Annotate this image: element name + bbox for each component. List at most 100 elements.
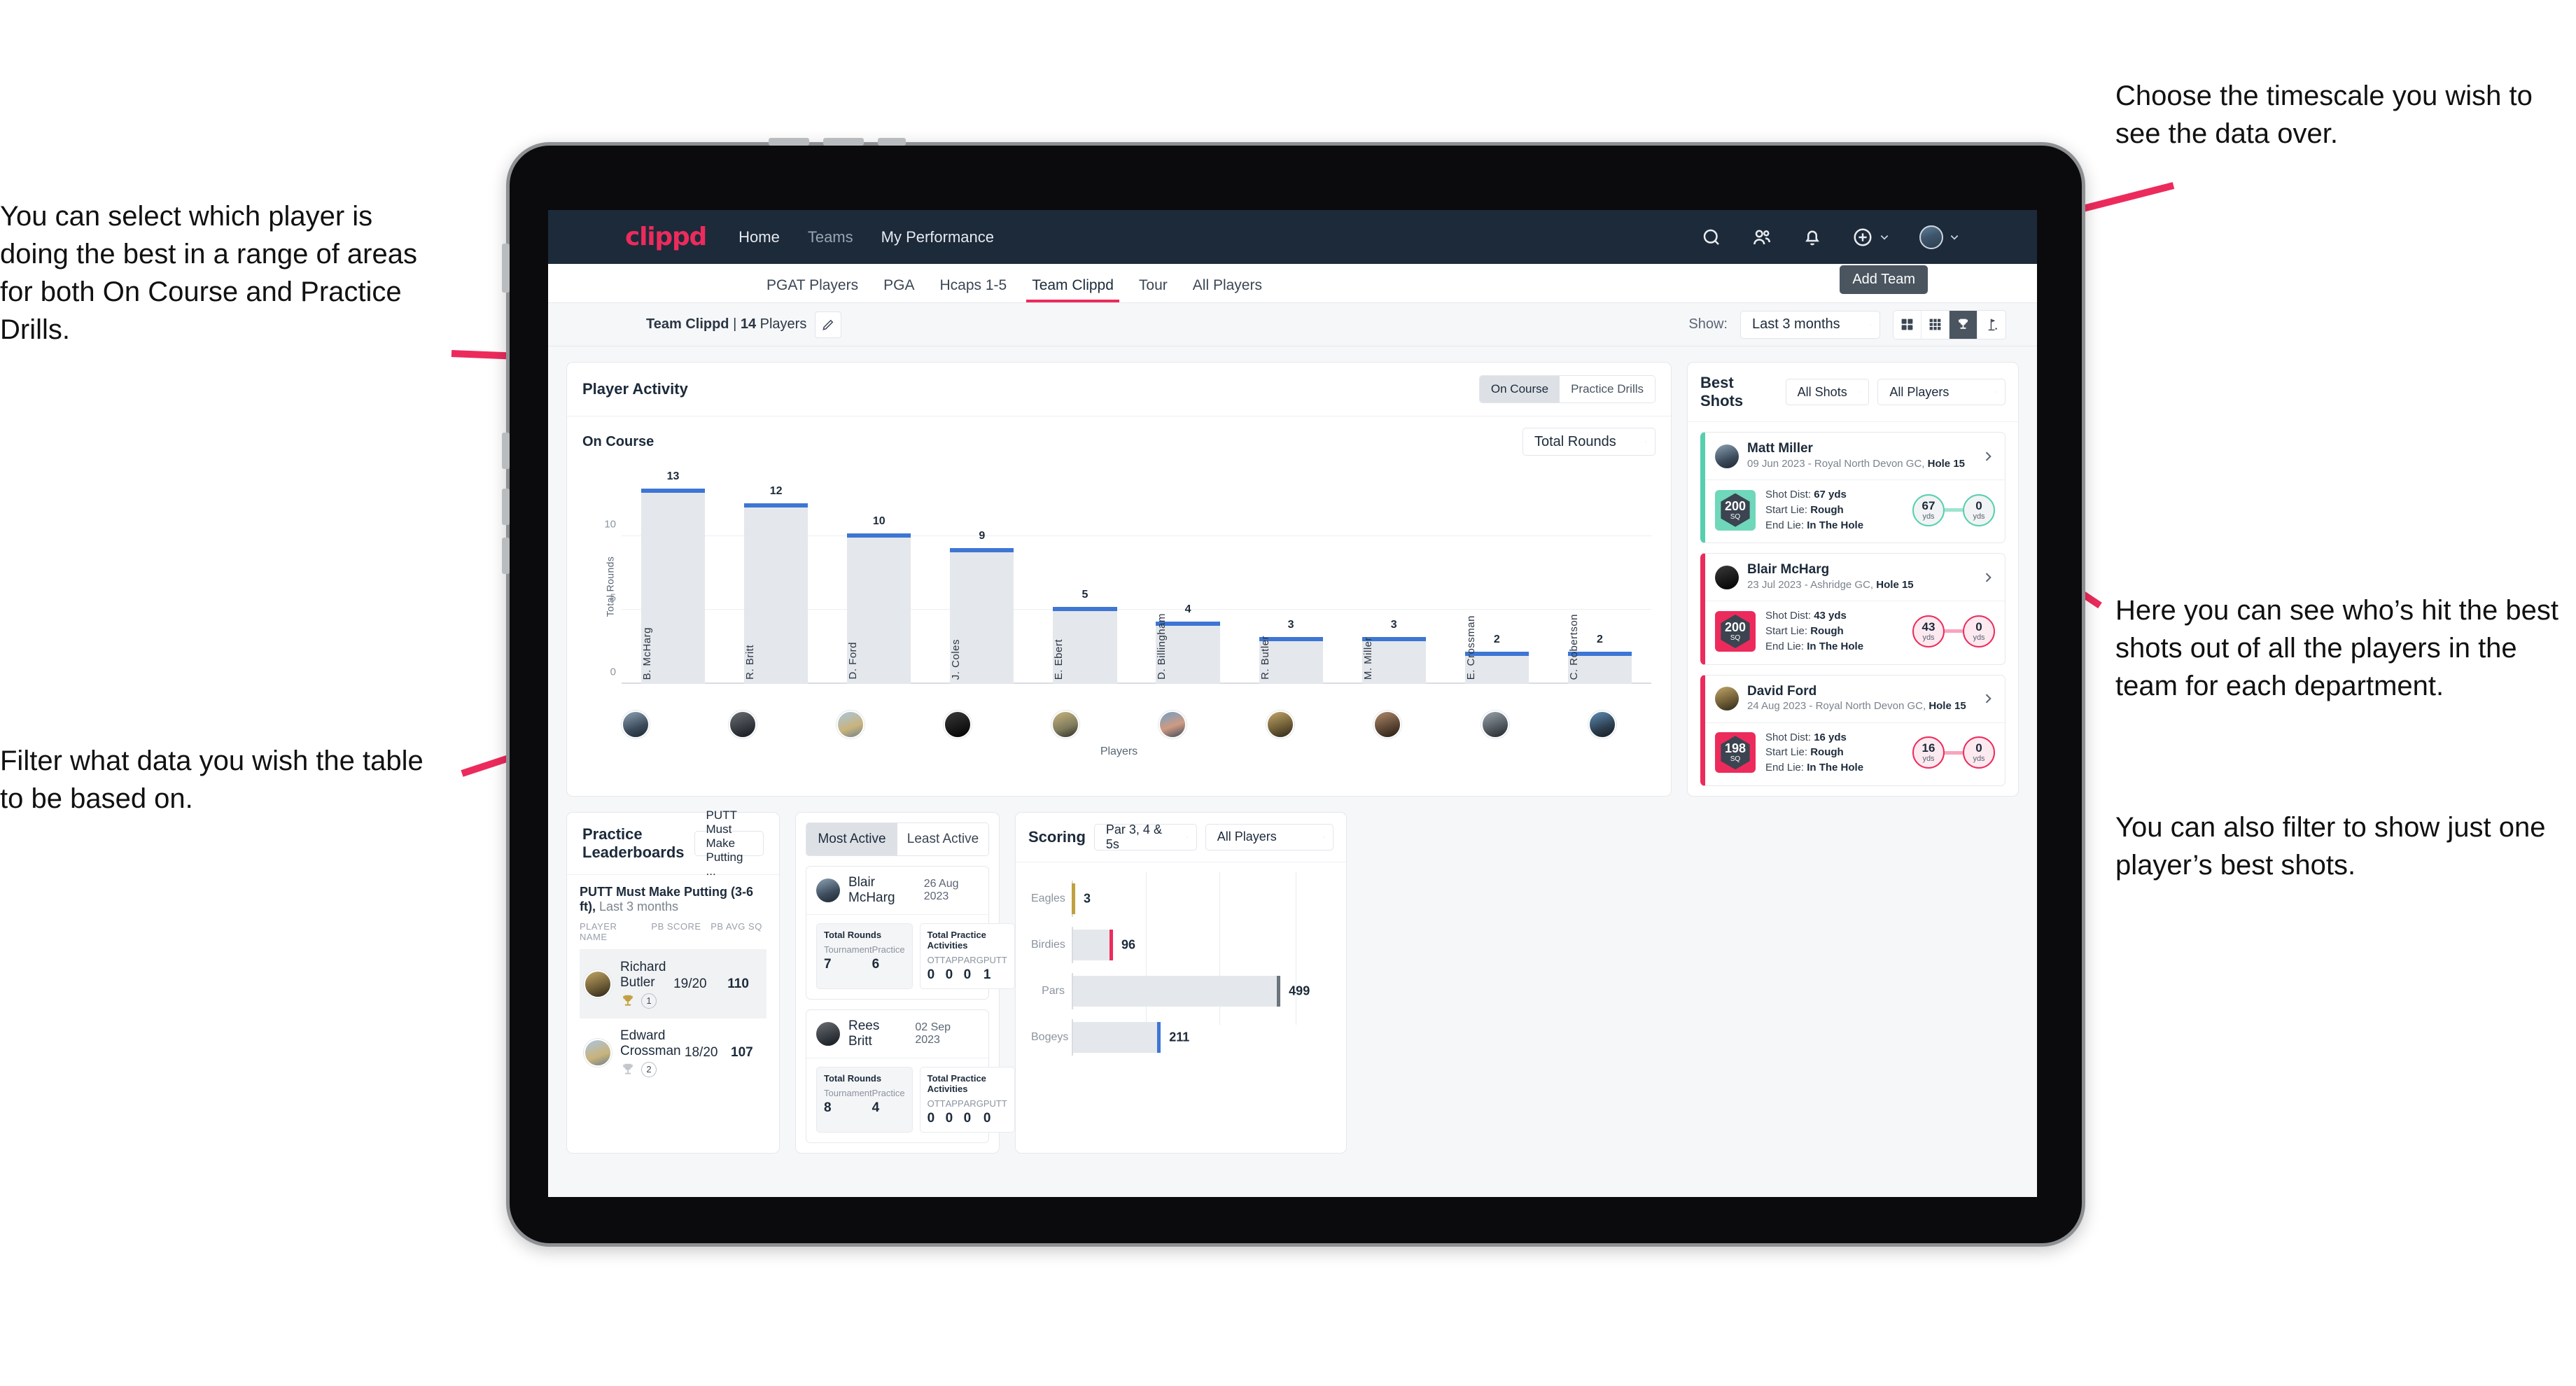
player-avatar[interactable]	[729, 710, 757, 738]
best-shots-shot-filter[interactable]: All Shots	[1785, 379, 1870, 405]
practice-value: 0	[983, 1110, 991, 1126]
scoring-row[interactable]: Bogeys 211	[1031, 1018, 1331, 1056]
chart-bar-slot[interactable]: 10 D. Ford	[827, 477, 930, 684]
nav-link-teams[interactable]: Teams	[808, 228, 853, 246]
view-golf-flag-button[interactable]	[1977, 311, 2005, 339]
rounds-key: Practice	[872, 944, 905, 955]
plus-circle-icon[interactable]	[1852, 227, 1873, 248]
player-avatar[interactable]	[944, 710, 972, 738]
activity-player-card[interactable]: Blair McHarg 26 Aug 2023 Total Rounds Tourn…	[806, 865, 1015, 1000]
scoring-player-filter[interactable]: All Players	[1205, 823, 1334, 850]
nav-link-home[interactable]: Home	[738, 228, 780, 246]
chart-bar-slot[interactable]: 3 R. Butler	[1240, 477, 1343, 684]
chart-bar[interactable]: B. McHarg	[640, 489, 706, 684]
avatar[interactable]	[1919, 225, 1943, 249]
best-shot-meta: 23 Jul 2023 - Ashridge GC, Hole 15	[1747, 579, 1914, 592]
tab-most-active[interactable]: Most Active	[806, 822, 897, 855]
tab-pgat-players[interactable]: PGAT Players	[754, 277, 871, 302]
rounds-column: Practice 6	[872, 944, 905, 972]
chart-bar-slot[interactable]: 5 E. Ebert	[1033, 477, 1136, 684]
scoring-row[interactable]: Eagles 3	[1031, 880, 1331, 917]
player-avatar[interactable]	[1051, 710, 1079, 738]
segment-practice-drills[interactable]: Practice Drills	[1560, 376, 1655, 402]
chart-bar-label: R. Britt	[744, 645, 757, 680]
shot-quality-value: 200	[1724, 620, 1746, 634]
best-shot-card[interactable]: Matt Miller 09 Jun 2023 - Royal North Dev…	[1700, 432, 2005, 544]
chart-bar-slot[interactable]: 12 R. Britt	[724, 477, 827, 684]
chart-bar[interactable]: R. Butler	[1259, 636, 1323, 684]
dumbbell-connector	[1945, 629, 1963, 634]
chart-bar[interactable]: D. Billingham	[1156, 613, 1220, 684]
timescale-select[interactable]: Last 3 months	[1740, 310, 1880, 339]
scoring-category-label: Bogeys	[1031, 1030, 1069, 1043]
nav-link-my-performance[interactable]: My Performance	[881, 228, 994, 246]
tab-pga[interactable]: PGA	[871, 277, 927, 302]
chart-bar[interactable]: E. Ebert	[1053, 607, 1117, 684]
clippd-logo[interactable]: clippd	[625, 223, 707, 251]
chevron-down-icon	[1995, 391, 1996, 393]
chart-bar-slot[interactable]: 2 E. Crossman	[1446, 477, 1548, 684]
best-shot-card[interactable]: Blair McHarg 23 Jul 2023 - Ashridge GC, H…	[1700, 553, 2005, 665]
player-avatar[interactable]	[1158, 710, 1187, 738]
activity-player-card[interactable]: Rees Britt 02 Sep 2023 Total Rounds Tournam…	[806, 1009, 1015, 1143]
team-sep: |	[729, 316, 741, 332]
user-menu[interactable]	[1919, 225, 1960, 249]
drill-select[interactable]: PUTT Must Make Putting ...	[694, 808, 764, 878]
metric-select[interactable]: Total Rounds	[1522, 428, 1656, 456]
bell-icon[interactable]	[1802, 227, 1823, 248]
chart-bar-slot[interactable]: 13 B. McHarg	[622, 470, 724, 684]
scoring-row[interactable]: Birdies 96	[1031, 926, 1331, 963]
activity-card-list: Blair McHarg 26 Aug 2023 Total Rounds Tourn…	[796, 865, 1015, 1143]
best-shots-card: Best Shots All Shots All Players Matt Mi…	[1687, 362, 2019, 797]
chart-bar-value: 10	[872, 514, 886, 527]
tab-all-players[interactable]: All Players	[1180, 277, 1275, 302]
practice-column: ARG 0	[964, 955, 983, 983]
chart-bar[interactable]: M. Miller	[1362, 636, 1426, 684]
view-trophy-button[interactable]	[1949, 310, 1977, 339]
people-icon[interactable]	[1751, 227, 1772, 248]
practice-value: 0	[927, 967, 935, 982]
player-avatar[interactable]	[1373, 710, 1402, 738]
tab-hcaps-1-5[interactable]: Hcaps 1-5	[927, 277, 1019, 302]
chart-bar[interactable]: E. Crossman	[1464, 615, 1530, 684]
segment-on-course[interactable]: On Course	[1479, 376, 1560, 402]
table-row[interactable]: Richard Butler 1 19/20 110	[580, 949, 766, 1018]
chart-bar[interactable]: J. Coles	[950, 547, 1014, 684]
tab-least-active[interactable]: Least Active	[897, 822, 988, 855]
best-shot-body: 200 SQ Shot Dist: 67 yds Start Lie: Rough En…	[1705, 479, 2005, 542]
chevron-right-icon[interactable]	[1981, 692, 1995, 706]
annotation-right-middle: Here you can see who’s hit the best shot…	[2115, 595, 2558, 701]
chart-bar[interactable]: C. Robertson	[1567, 614, 1632, 684]
best-shot-card[interactable]: David Ford 24 Aug 2023 - Royal North Devo…	[1700, 674, 2005, 786]
search-icon[interactable]	[1701, 227, 1722, 248]
player-avatar[interactable]	[1588, 710, 1616, 738]
scoring-row[interactable]: Pars 499	[1031, 972, 1331, 1009]
view-grid-3x3-button[interactable]	[1921, 310, 1949, 339]
chevron-right-icon[interactable]	[1981, 449, 1995, 463]
player-filter-value: All Players	[1889, 384, 1949, 399]
top-navigation-bar: clippd Home Teams My Performance	[548, 210, 2037, 264]
chart-bar-slot[interactable]: 3 M. Miller	[1343, 477, 1446, 684]
chart-bar[interactable]: D. Ford	[847, 533, 911, 684]
rank-number: 1	[641, 993, 657, 1009]
tab-team-clippd[interactable]: Team Clippd	[1019, 277, 1126, 302]
chevron-right-icon[interactable]	[1981, 570, 1995, 584]
tab-tour[interactable]: Tour	[1126, 277, 1180, 302]
player-avatar[interactable]	[1266, 710, 1294, 738]
player-avatar[interactable]	[1480, 710, 1509, 738]
scoring-par-filter[interactable]: Par 3, 4 & 5s	[1093, 822, 1197, 851]
annotation-left-bottom: Filter what data you wish the table to b…	[0, 746, 424, 814]
player-avatar[interactable]	[622, 710, 650, 738]
chart-bar[interactable]: R. Britt	[744, 503, 808, 684]
table-row[interactable]: Edward Crossman 2 18/20 107	[580, 1018, 766, 1087]
edit-team-button[interactable]	[815, 311, 842, 338]
add-menu[interactable]	[1852, 227, 1890, 248]
chart-bar-slot[interactable]: 2 C. Robertson	[1548, 477, 1651, 684]
chart-bar-label: R. Butler	[1259, 636, 1271, 680]
view-grid-2x2-button[interactable]	[1893, 310, 1921, 339]
best-shots-player-filter[interactable]: All Players	[1877, 379, 2005, 405]
chart-bar-slot[interactable]: 9 J. Coles	[930, 477, 1033, 684]
chart-bar-slot[interactable]: 4 D. Billingham	[1136, 477, 1239, 684]
device-button-left-3	[502, 489, 510, 525]
player-avatar[interactable]	[836, 710, 864, 738]
